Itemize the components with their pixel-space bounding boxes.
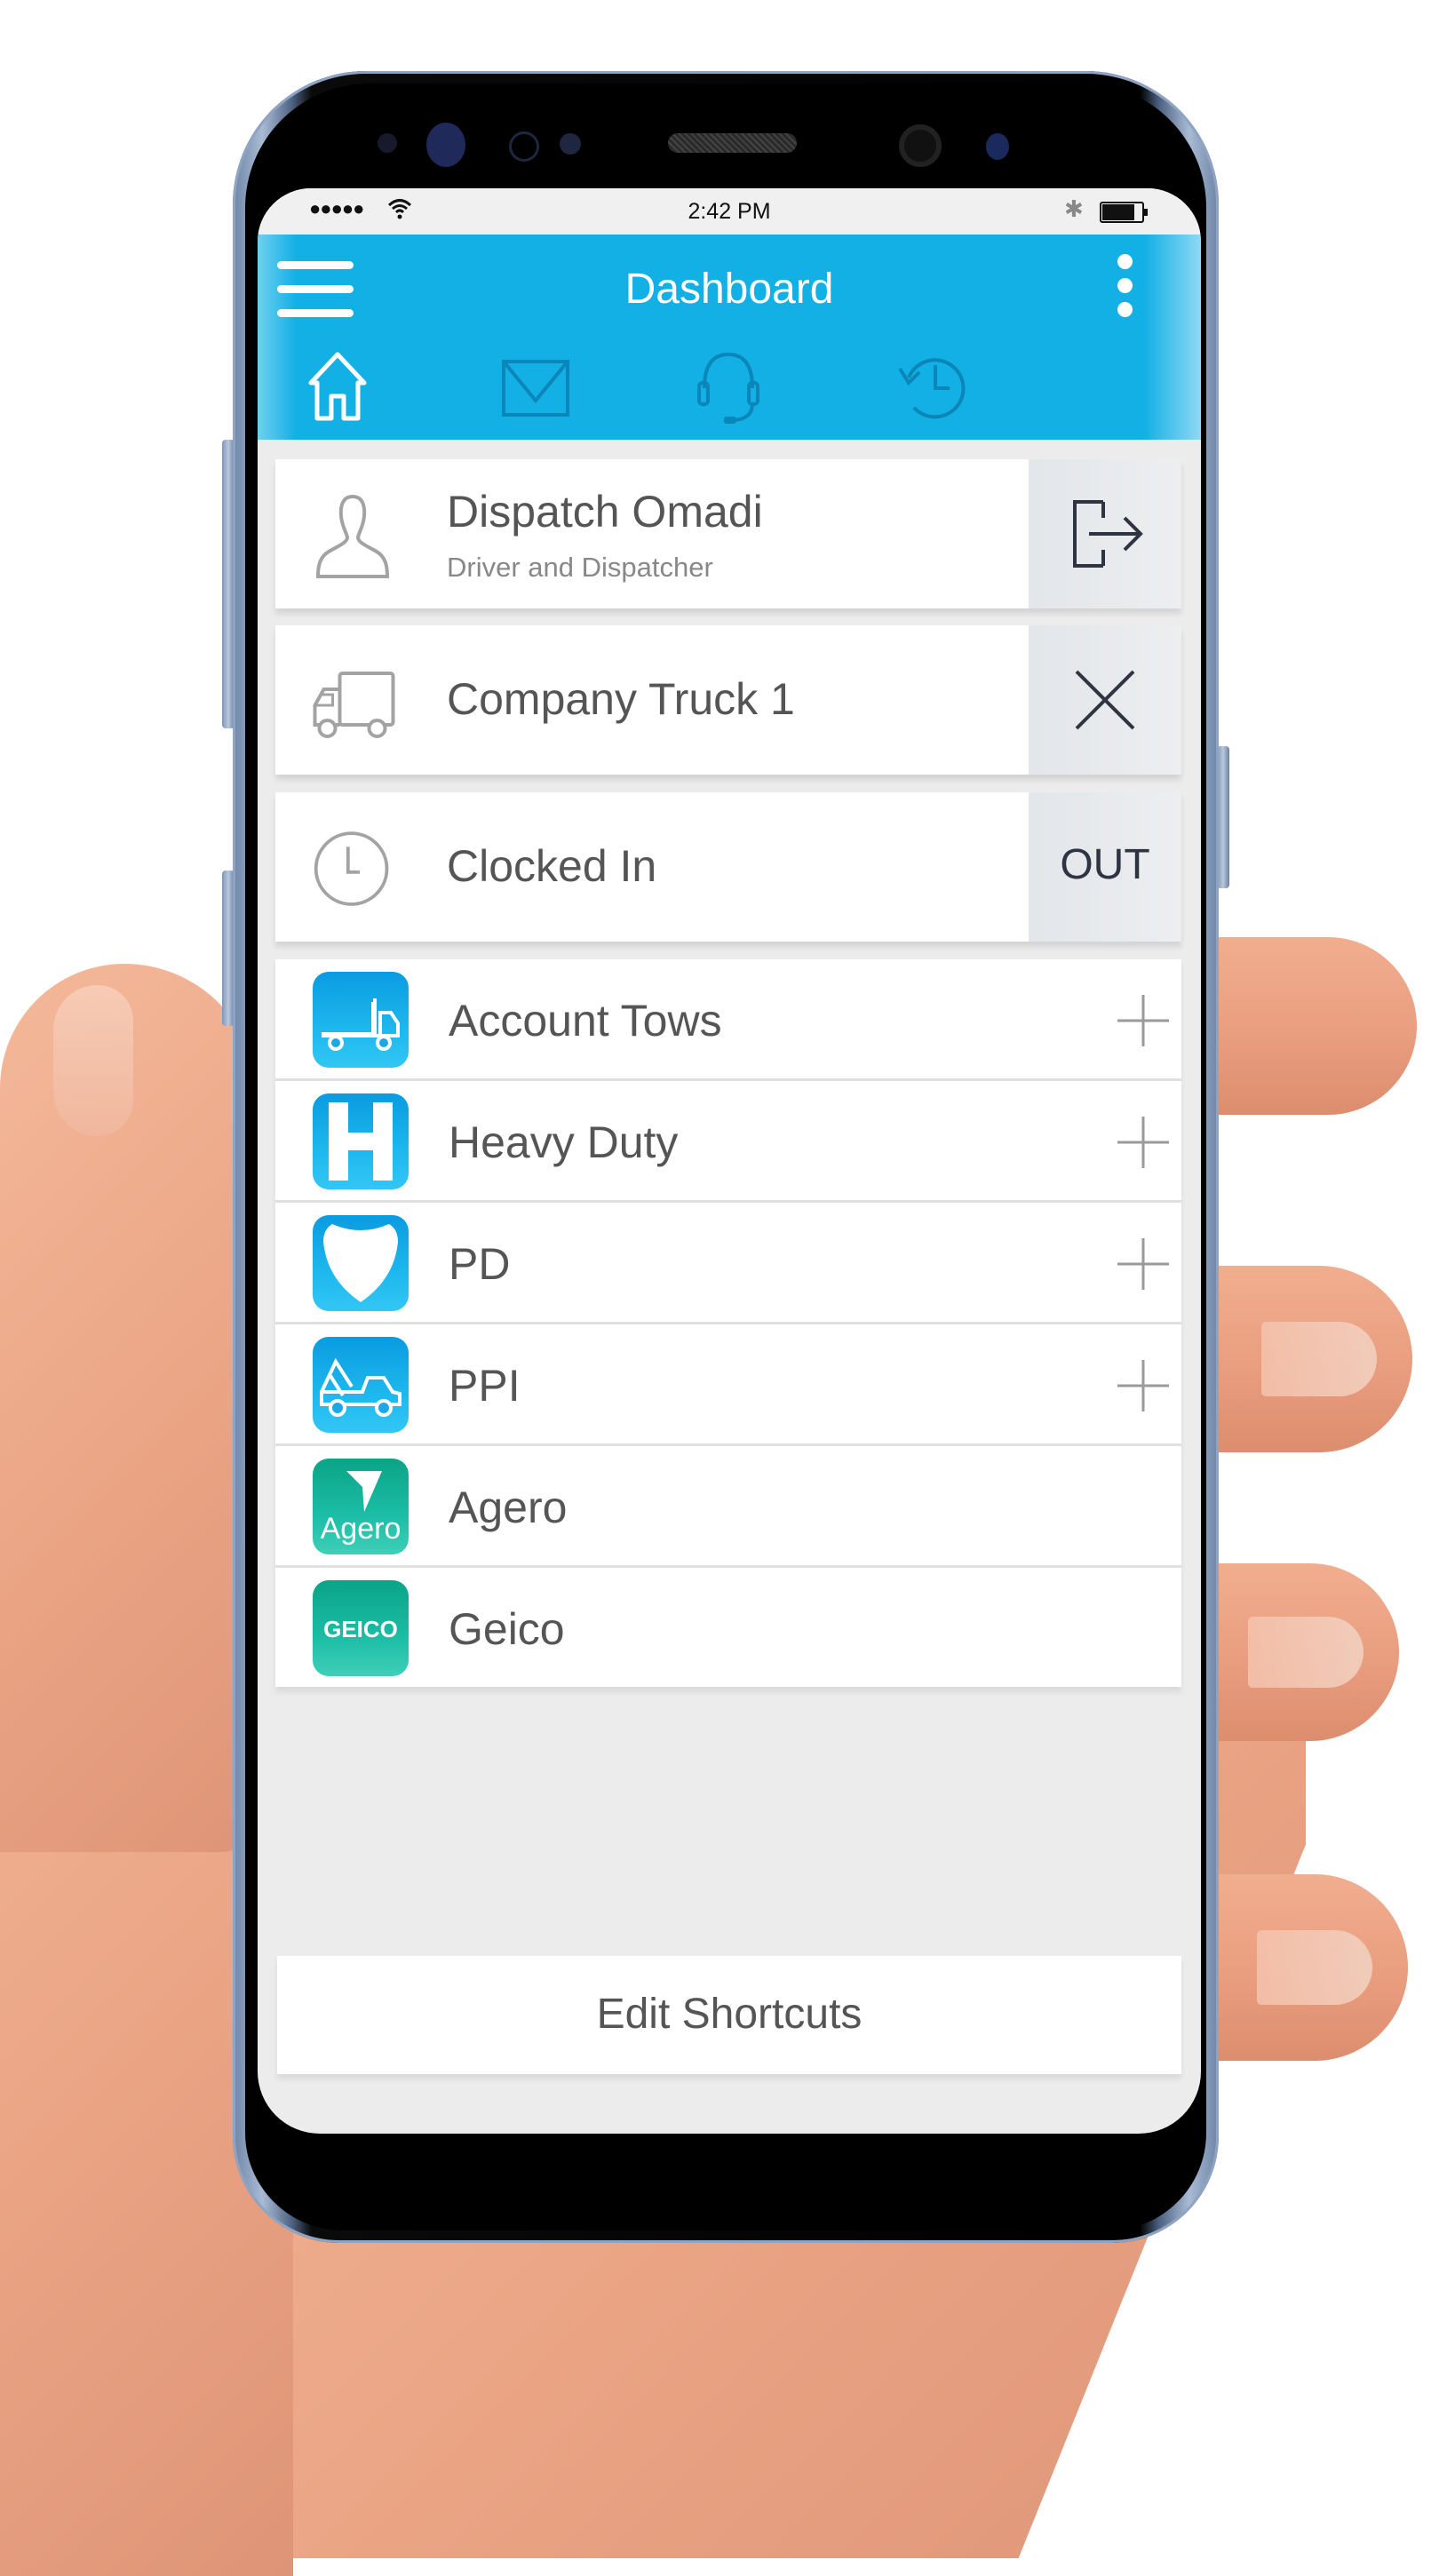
user-card: Dispatch Omadi Driver and Dispatcher bbox=[275, 459, 1181, 608]
geico-logo-text: GEICO bbox=[323, 1616, 398, 1642]
app-header: Dashboard bbox=[258, 235, 1201, 440]
user-name: Dispatch Omadi bbox=[447, 487, 763, 537]
shortcut-label: Agero bbox=[449, 1483, 568, 1532]
finger-index bbox=[1190, 937, 1417, 1115]
bluetooth-icon: ✱ bbox=[1064, 195, 1084, 222]
tow-truck-icon bbox=[313, 1337, 409, 1433]
agero-logo-icon: Agero bbox=[313, 1459, 409, 1554]
headset-icon bbox=[697, 352, 759, 424]
clock-status: Clocked In bbox=[447, 841, 657, 891]
edit-shortcuts-label: Edit Shortcuts bbox=[596, 1991, 863, 2038]
proximity-sensor bbox=[378, 133, 397, 153]
shortcut-heavy-duty[interactable]: Heavy Duty bbox=[275, 1081, 1181, 1203]
fingernail bbox=[1257, 1930, 1372, 2005]
truck-icon bbox=[313, 672, 395, 738]
clock-out-button[interactable]: OUT bbox=[1029, 792, 1181, 942]
shortcut-label: Account Tows bbox=[449, 996, 722, 1046]
page-title: Dashboard bbox=[624, 266, 834, 313]
battery-icon bbox=[1100, 202, 1148, 223]
vehicle-name: Company Truck 1 bbox=[447, 674, 795, 724]
status-time: 2:42 PM bbox=[688, 199, 771, 224]
shortcut-ppi[interactable]: PPI bbox=[275, 1324, 1181, 1446]
geico-logo-icon: GEICO bbox=[313, 1580, 409, 1676]
close-icon bbox=[1075, 670, 1135, 730]
add-icon[interactable] bbox=[1117, 1117, 1169, 1168]
agero-logo-text: Agero bbox=[321, 1512, 401, 1546]
shortcut-geico[interactable]: GEICO Geico bbox=[275, 1568, 1181, 1687]
flatbed-truck-icon bbox=[313, 972, 409, 1068]
vehicle-card: Company Truck 1 bbox=[275, 625, 1181, 775]
user-icon bbox=[315, 494, 390, 578]
front-camera bbox=[899, 124, 942, 167]
sensor bbox=[560, 133, 581, 155]
home-icon bbox=[308, 352, 367, 421]
thumb bbox=[0, 964, 258, 1852]
tab-messages[interactable] bbox=[484, 337, 582, 434]
logout-icon bbox=[1073, 500, 1143, 568]
iris-camera bbox=[986, 133, 1009, 160]
shortcuts-list: Account Tows Heavy Duty PD PPI Agero Age… bbox=[275, 959, 1181, 1687]
clock-icon bbox=[314, 831, 389, 906]
fingernail bbox=[1248, 1617, 1363, 1688]
edit-shortcuts-button[interactable]: Edit Shortcuts bbox=[277, 1956, 1181, 2074]
tab-home[interactable] bbox=[289, 337, 386, 434]
thumbnail bbox=[53, 985, 133, 1136]
iris-sensor bbox=[426, 123, 465, 167]
shield-icon bbox=[313, 1215, 409, 1311]
add-icon[interactable] bbox=[1117, 1238, 1169, 1290]
status-bar: ●●●●● 2:42 PM ✱ bbox=[258, 188, 1201, 235]
clock-out-label: OUT bbox=[1060, 841, 1150, 888]
add-icon[interactable] bbox=[1117, 1360, 1169, 1411]
power-button bbox=[1217, 746, 1229, 888]
shortcut-pd[interactable]: PD bbox=[275, 1203, 1181, 1324]
envelope-icon bbox=[502, 360, 569, 417]
user-role: Driver and Dispatcher bbox=[447, 552, 713, 583]
earpiece-speaker bbox=[668, 133, 797, 153]
clock-card: Clocked In OUT bbox=[275, 792, 1181, 942]
shortcut-label: PPI bbox=[449, 1361, 521, 1411]
remove-vehicle-button[interactable] bbox=[1029, 625, 1181, 775]
logout-button[interactable] bbox=[1029, 459, 1181, 608]
tab-support[interactable] bbox=[680, 337, 777, 434]
add-icon[interactable] bbox=[1117, 995, 1169, 1046]
tab-history[interactable] bbox=[884, 337, 982, 434]
shortcut-label: PD bbox=[449, 1239, 511, 1289]
tab-bar bbox=[258, 337, 1201, 440]
history-clock-icon bbox=[898, 358, 966, 419]
letter-h-icon bbox=[313, 1093, 409, 1189]
kebab-menu-icon[interactable] bbox=[1110, 254, 1142, 325]
shortcut-label: Heavy Duty bbox=[449, 1117, 679, 1167]
sensor bbox=[509, 131, 539, 162]
shortcut-account-tows[interactable]: Account Tows bbox=[275, 959, 1181, 1081]
shortcut-label: Geico bbox=[449, 1604, 565, 1654]
shortcut-agero[interactable]: Agero Agero bbox=[275, 1446, 1181, 1568]
fingernail bbox=[1261, 1322, 1377, 1396]
phone-screen: ●●●●● 2:42 PM ✱ Dashboard Dispatch Omadi… bbox=[258, 188, 1201, 2134]
